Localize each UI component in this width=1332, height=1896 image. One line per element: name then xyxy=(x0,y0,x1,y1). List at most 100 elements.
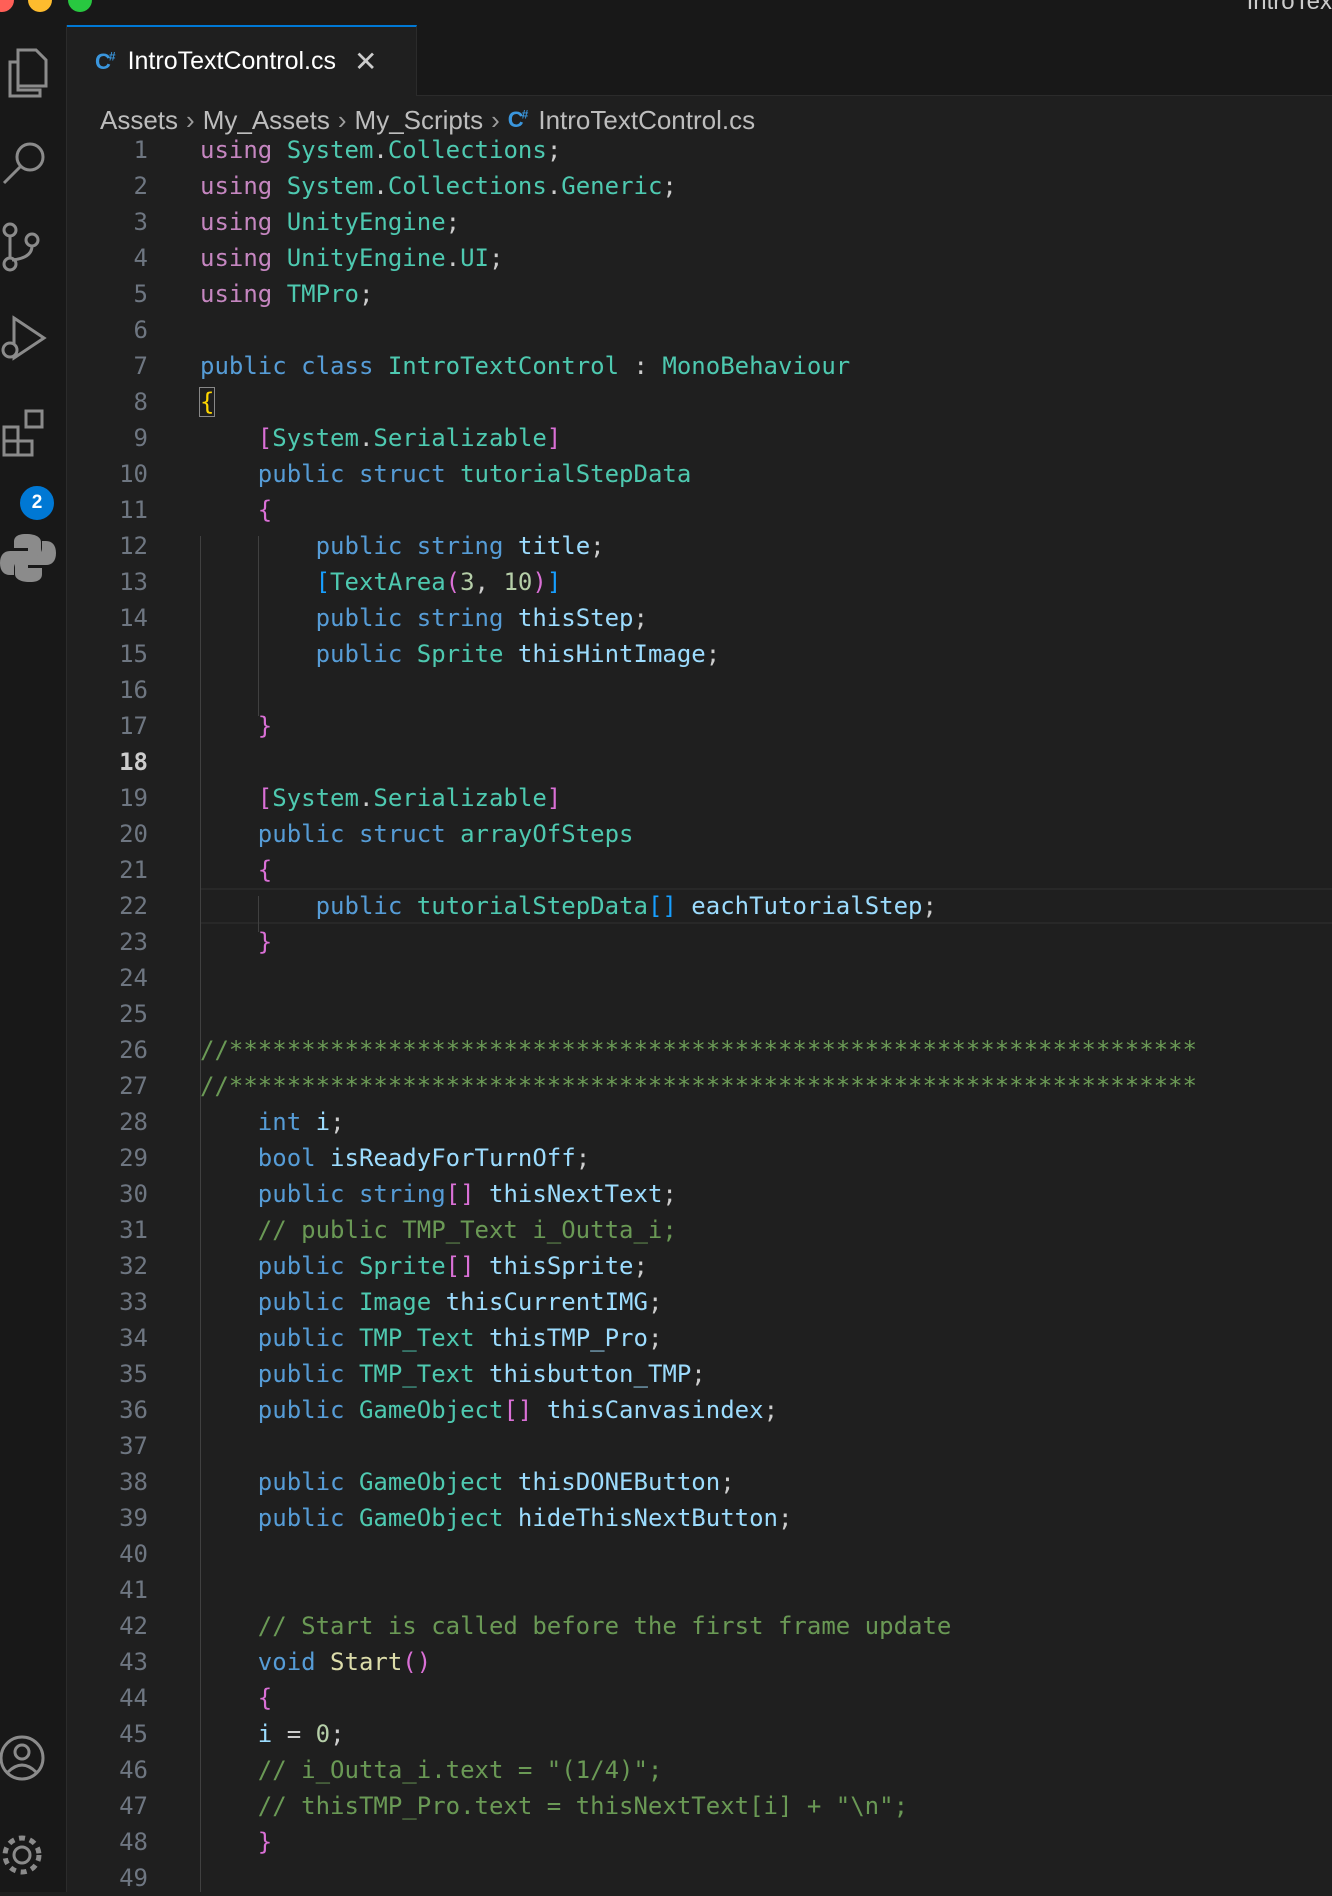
code-line[interactable]: 33 public Image thisCurrentIMG; xyxy=(67,1284,1332,1320)
code-line[interactable]: 31 // public TMP_Text i_Outta_i; xyxy=(67,1212,1332,1248)
code-line[interactable]: 21 { xyxy=(67,852,1332,888)
line-number: 35 xyxy=(119,1360,148,1388)
code-line[interactable]: 30 public string[] thisNextText; xyxy=(67,1176,1332,1212)
code-line[interactable]: 46 // i_Outta_i.text = "(1/4)"; xyxy=(67,1752,1332,1788)
code-line[interactable]: 9 [System.Serializable] xyxy=(67,420,1332,456)
code-token: using xyxy=(200,136,273,164)
code-line[interactable]: 35 public TMP_Text thisbutton_TMP; xyxy=(67,1356,1332,1392)
line-number: 18 xyxy=(119,748,148,776)
code-line[interactable]: 27 //************************************… xyxy=(67,1068,1332,1104)
code-token: Start xyxy=(330,1648,403,1676)
code-line[interactable]: 6 xyxy=(67,312,1332,348)
code-line[interactable]: 14 public string thisStep; xyxy=(67,600,1332,636)
code-line[interactable]: 16 xyxy=(67,672,1332,708)
code-line[interactable]: 4 using UnityEngine.UI; xyxy=(67,240,1332,276)
code-line[interactable]: 15 public Sprite thisHintImage; xyxy=(67,636,1332,672)
breadcrumb-item-assets[interactable]: Assets xyxy=(100,105,178,136)
code-line[interactable]: 43 void Start() xyxy=(67,1644,1332,1680)
code-line[interactable]: 45 i = 0; xyxy=(67,1716,1332,1752)
code-line[interactable]: 32 public Sprite[] thisSprite; xyxy=(67,1248,1332,1284)
code-line[interactable]: 12 public string title; xyxy=(67,528,1332,564)
minimize-window-button[interactable] xyxy=(28,0,52,12)
code-line[interactable]: 40 xyxy=(67,1536,1332,1572)
code-line[interactable]: 28 int i; xyxy=(67,1104,1332,1140)
code-line[interactable]: 36 public GameObject[] thisCanvasindex; xyxy=(67,1392,1332,1428)
account-icon[interactable] xyxy=(0,1730,60,1790)
search-icon[interactable] xyxy=(0,135,60,195)
code-line[interactable]: 8{ xyxy=(67,384,1332,420)
code-line[interactable]: 7 public class IntroTextControl : MonoBeh… xyxy=(67,348,1332,384)
close-tab-icon[interactable]: ✕ xyxy=(354,45,377,78)
source-control-icon[interactable] xyxy=(0,220,60,280)
code-line[interactable]: 13 [TextArea(3, 10)] xyxy=(67,564,1332,600)
code-line[interactable]: 37 xyxy=(67,1428,1332,1464)
explorer-icon[interactable] xyxy=(0,42,60,102)
code-token: Collections xyxy=(387,172,547,200)
settings-gear-icon[interactable] xyxy=(0,1825,60,1885)
code-line[interactable]: 18 xyxy=(67,744,1332,780)
code-token: public xyxy=(257,460,345,488)
close-window-button[interactable] xyxy=(0,0,14,12)
code-line[interactable]: 26 //************************************… xyxy=(67,1032,1332,1068)
breadcrumb-item-my-assets[interactable]: My_Assets xyxy=(203,105,330,136)
code-line[interactable]: 41 xyxy=(67,1572,1332,1608)
tab-introtextcontrol[interactable]: C# IntroTextControl.cs ✕ xyxy=(67,25,417,96)
python-icon[interactable] xyxy=(0,530,60,590)
code-line[interactable]: 23 } xyxy=(67,924,1332,960)
code-line[interactable]: 47 // thisTMP_Pro.text = thisNextText[i]… xyxy=(67,1788,1332,1824)
line-number: 34 xyxy=(119,1324,148,1352)
code-line[interactable]: 34 public TMP_Text thisTMP_Pro; xyxy=(67,1320,1332,1356)
code-token: ; xyxy=(720,1468,735,1496)
code-line[interactable]: 19 [System.Serializable] xyxy=(67,780,1332,816)
code-text: bool isReadyForTurnOff; xyxy=(200,1140,590,1176)
code-line[interactable]: 42 // Start is called before the first f… xyxy=(67,1608,1332,1644)
code-text: public TMP_Text thisTMP_Pro; xyxy=(200,1320,663,1356)
code-line[interactable]: 11 { xyxy=(67,492,1332,528)
code-editor[interactable]: 1 using System.Collections; 2 using System.… xyxy=(67,136,1332,1892)
code-line[interactable]: 10 public struct tutorialStepData xyxy=(67,456,1332,492)
code-token: ; xyxy=(330,1720,345,1748)
zoom-window-button[interactable] xyxy=(68,0,92,12)
code-line[interactable]: 17 } xyxy=(67,708,1332,744)
code-token: thisCanvasindex xyxy=(546,1396,764,1424)
code-token: struct xyxy=(358,460,446,488)
code-token: . xyxy=(373,172,388,200)
line-number: 23 xyxy=(119,928,148,956)
line-number: 2 xyxy=(133,172,148,200)
code-text: { xyxy=(198,384,216,420)
code-line[interactable]: 1 using System.Collections; xyxy=(67,132,1332,168)
code-line[interactable]: 3 using UnityEngine; xyxy=(67,204,1332,240)
code-line[interactable]: 25 xyxy=(67,996,1332,1032)
run-debug-icon[interactable] xyxy=(0,310,60,370)
chevron-right-icon: › xyxy=(186,104,195,135)
line-number: 8 xyxy=(133,388,148,416)
code-token: = xyxy=(272,1720,316,1748)
code-line[interactable]: 24 xyxy=(67,960,1332,996)
code-line[interactable]: 48 } xyxy=(67,1824,1332,1860)
breadcrumb-item-file[interactable]: IntroTextControl.cs xyxy=(538,105,755,136)
code-line[interactable]: 38 public GameObject thisDONEButton; xyxy=(67,1464,1332,1500)
code-line[interactable]: 39 public GameObject hideThisNextButton; xyxy=(67,1500,1332,1536)
window-title: IntroTex xyxy=(1246,0,1332,15)
code-line[interactable]: 29 bool isReadyForTurnOff; xyxy=(67,1140,1332,1176)
code-line[interactable]: 49 xyxy=(67,1860,1332,1896)
code-line[interactable]: 44 { xyxy=(67,1680,1332,1716)
code-line[interactable]: 22 public tutorialStepData[] eachTutoria… xyxy=(67,888,1332,924)
code-line[interactable]: 5 using TMPro; xyxy=(67,276,1332,312)
code-line[interactable]: 20 public struct arrayOfSteps xyxy=(67,816,1332,852)
code-line[interactable]: 2 using System.Collections.Generic; xyxy=(67,168,1332,204)
csharp-file-icon: C# xyxy=(95,48,115,74)
extensions-icon[interactable] xyxy=(0,405,60,465)
breadcrumb-item-my-scripts[interactable]: My_Scripts xyxy=(355,105,484,136)
